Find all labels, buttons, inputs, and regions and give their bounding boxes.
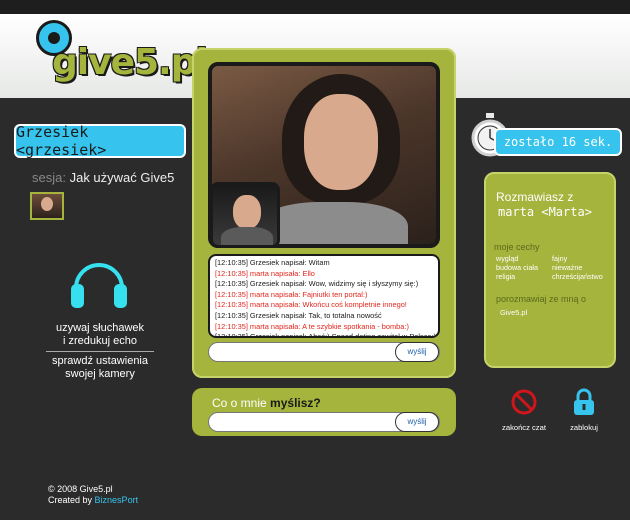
- chat-message: [12:10:35] marta napisała: A te szybkie …: [215, 321, 409, 331]
- own-camera-shirt: [221, 227, 273, 245]
- footer: © 2008 Give5.pl Created by BiznesPort: [48, 484, 138, 506]
- chat-log[interactable]: [12:10:35] Grzesiek napisał: Witam [12:10…: [208, 254, 440, 338]
- headphones-hint: uzywaj słuchawek i zredukuj echo: [44, 322, 156, 348]
- chat-message: [12:10:35] marta napisała: Wkońcu coś ko…: [215, 300, 407, 310]
- partner-video-sweater: [258, 202, 408, 244]
- talk-heading: porozmawiaj ze mną o: [496, 294, 587, 304]
- block-button[interactable]: zablokuj: [560, 388, 608, 432]
- headphones-icon: [71, 263, 127, 308]
- lock-icon: [574, 388, 594, 415]
- partner-info-title: Rozmawiasz z: [496, 190, 574, 204]
- traits-heading: moje cechy: [494, 242, 540, 252]
- comment-label-bold: myślisz?: [270, 396, 321, 410]
- user-name-badge: Grzesiek <grzesiek>: [14, 123, 186, 159]
- chat-send-button[interactable]: wyślij: [395, 342, 439, 362]
- partner-video-face: [304, 94, 378, 190]
- trait-key: religia: [496, 272, 516, 281]
- footer-creator-link[interactable]: BiznesPort: [95, 495, 139, 505]
- own-camera-preview: [210, 182, 280, 248]
- partner-thumbnail[interactable]: [30, 192, 64, 220]
- comment-label: Co o mnie myślisz?: [212, 396, 321, 410]
- own-camera-face: [233, 195, 261, 229]
- logo-text: give5.pl: [52, 42, 208, 83]
- site-logo[interactable]: give5.pl: [32, 20, 208, 83]
- chat-message: [12:10:35] Grzesiek napisał: Witam: [215, 258, 330, 267]
- chat-message: [12:10:35] marta napisała: Ello: [215, 268, 315, 278]
- session-label: sesja:: [32, 170, 66, 185]
- comment-send-button[interactable]: wyślij: [395, 412, 439, 432]
- chat-message: [12:10:35] Grzesiek napisał: Ahaś:) Spee…: [215, 332, 437, 338]
- headphones-hint-line-1: uzywaj słuchawek: [55, 322, 145, 334]
- session-info: sesja: Jak używać Give5: [32, 170, 174, 185]
- talk-topic: Give5.pl: [500, 308, 528, 317]
- user-name: Grzesiek <grzesiek>: [16, 123, 107, 159]
- chat-input[interactable]: wyślij: [208, 342, 440, 362]
- headphones-hint-line-2: i zredukuj echo: [63, 335, 137, 347]
- no-entry-icon: [511, 389, 537, 415]
- trait-value: chrześcijaństwo: [552, 272, 603, 281]
- camera-hint-line-2: swojej kamery: [65, 368, 135, 380]
- footer-copyright: © 2008 Give5.pl: [48, 484, 113, 494]
- comment-label-prefix: Co o mnie: [212, 396, 267, 410]
- session-value: Jak używać Give5: [69, 170, 175, 185]
- block-label: zablokuj: [570, 423, 598, 432]
- camera-settings-link[interactable]: sprawdź ustawienia swojej kamery: [44, 355, 156, 381]
- hint-divider: [46, 351, 154, 352]
- timer-text: zostało 16 sek.: [503, 135, 613, 149]
- chat-message: [12:10:35] Grzesiek napisał: Wow, widzim…: [215, 279, 419, 289]
- footer-created-by: Created by: [48, 495, 93, 505]
- end-chat-label: zakończ czat: [502, 423, 546, 432]
- end-chat-button[interactable]: zakończ czat: [500, 388, 548, 432]
- chat-message: [12:10:35] marta napisała: Fajniutki ten…: [215, 289, 368, 299]
- partner-name: marta <Marta>: [498, 205, 592, 219]
- top-bar: [0, 0, 630, 14]
- camera-hint-line-1: sprawdź ustawienia: [52, 355, 148, 367]
- comment-input[interactable]: wyślij: [208, 412, 440, 432]
- chat-message: [12:10:35] Grzesiek napisał: Tak, to tot…: [215, 310, 382, 320]
- timer-badge: zostało 16 sek.: [494, 128, 622, 156]
